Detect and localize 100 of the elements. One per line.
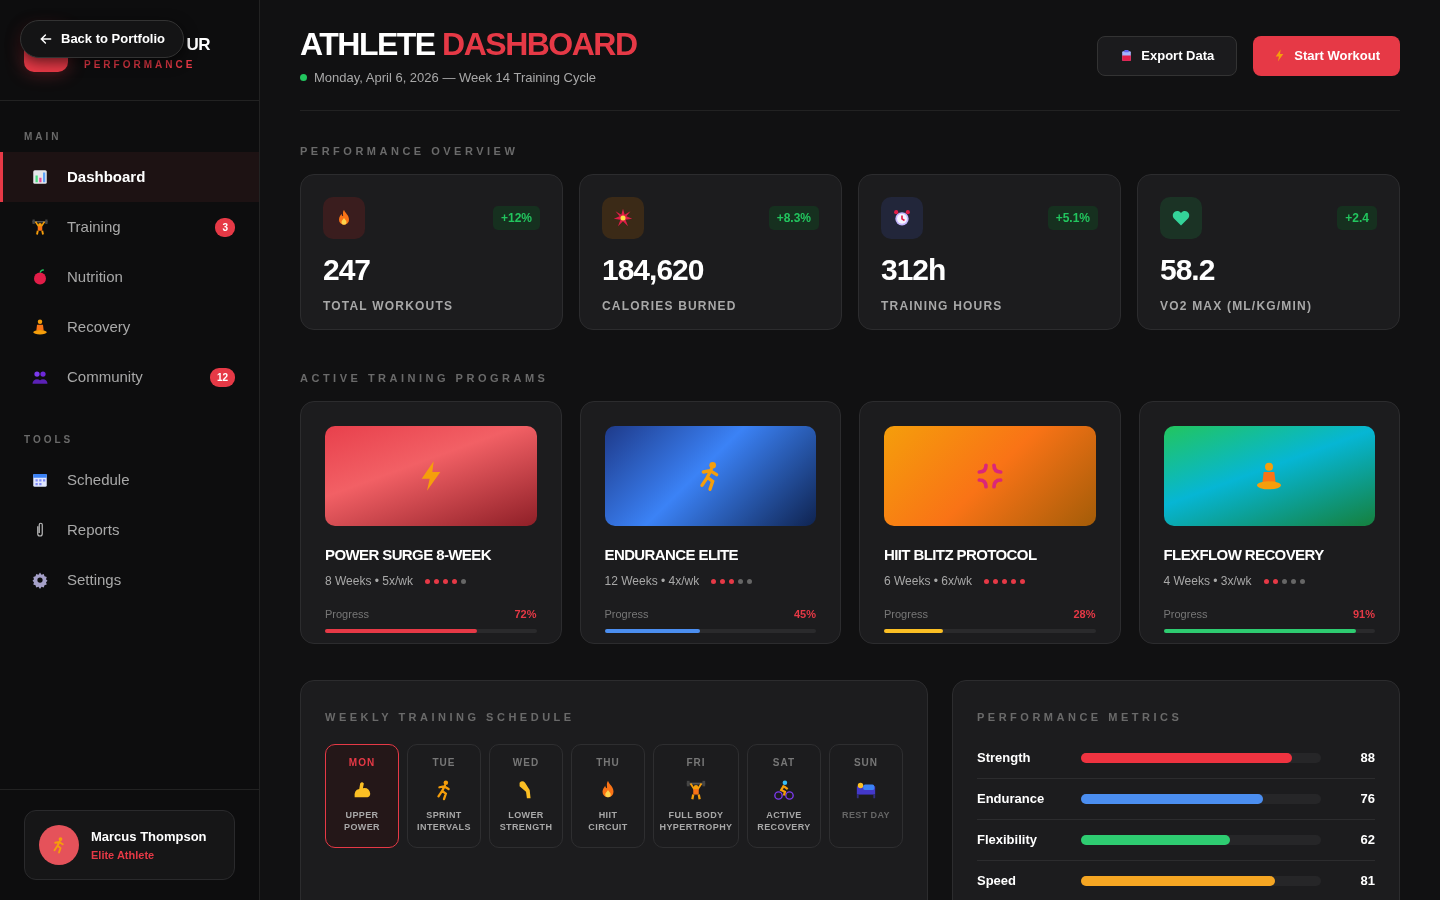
- rating-dot: [443, 578, 448, 584]
- stat-label: TOTAL WORKOUTS: [323, 297, 455, 315]
- rating-dot: [1011, 578, 1016, 584]
- count-badge: 3: [215, 217, 235, 237]
- program-title: POWER SURGE 8-WEEK: [325, 544, 492, 565]
- program-title: HIIT BLITZ PROTOCOL: [884, 544, 1038, 565]
- metric-name: Strength: [977, 749, 1032, 768]
- rating-dot: [993, 578, 998, 584]
- stat-value: 247: [323, 254, 372, 285]
- rating-dot: [452, 578, 457, 584]
- day-name: SAT: [772, 756, 796, 771]
- nav-label: Schedule: [67, 469, 130, 490]
- metric-name: Endurance: [977, 790, 1046, 809]
- day-name: THU: [596, 756, 620, 771]
- day-tile[interactable]: THU HIIT CIRCUIT: [571, 744, 645, 849]
- section-label: MAIN: [23, 130, 63, 144]
- program-title: ENDURANCE ELITE: [604, 544, 739, 565]
- progress-label: Progress: [1163, 607, 1208, 623]
- metric-name: Flexibility: [977, 831, 1038, 850]
- workout-name: ACTIVE RECOVERY: [756, 809, 812, 834]
- metric-value: 81: [1360, 872, 1375, 891]
- nav-label: Recovery: [67, 316, 131, 337]
- stat-label: VO2 MAX (ML/KG/MIN): [1160, 297, 1314, 315]
- meditating-figure-icon: [31, 318, 49, 336]
- program-meta: 6 Weeks • 6x/wk: [884, 573, 972, 591]
- export-button[interactable]: Export Data: [1097, 36, 1238, 76]
- rating-dot: [1299, 578, 1305, 584]
- arrow-left-icon: [39, 32, 53, 46]
- progress-percent: 72%: [514, 607, 537, 623]
- alarm-clock-icon: [892, 207, 912, 228]
- stat-value: 312h: [881, 254, 947, 285]
- settings-icon: [31, 571, 49, 589]
- workout-name: SPRINT INTERVALS: [416, 809, 472, 834]
- logo-title: UR: [186, 36, 210, 53]
- section-label: TOOLS: [23, 433, 75, 447]
- rating-dot: [1281, 578, 1287, 584]
- sidebar-item[interactable]: Nutrition: [0, 252, 259, 302]
- day-tile[interactable]: MON UPPER POWER: [325, 744, 399, 849]
- day-tile[interactable]: FRI FULL BODY HYPERTROPHY: [653, 744, 739, 849]
- sidebar-item[interactable]: Reports: [0, 505, 259, 555]
- program-meta: 4 Weeks • 3x/wk: [1163, 573, 1252, 591]
- sidebar-item[interactable]: Dashboard: [0, 152, 259, 202]
- user-role: Elite Athlete: [91, 847, 156, 863]
- start-workout-button[interactable]: Start Workout: [1253, 36, 1400, 76]
- rating-dot: [1002, 578, 1007, 584]
- apple-icon: [31, 268, 49, 286]
- weightlifter-icon: [31, 218, 49, 236]
- change-badge: +2.4: [1337, 205, 1377, 230]
- day-tile[interactable]: WED LOWER STRENGTH: [489, 744, 563, 849]
- sidebar-item[interactable]: Recovery: [0, 302, 259, 352]
- rating-dot: [984, 578, 989, 584]
- rating-dot: [1263, 578, 1269, 584]
- rating-dot: [1272, 578, 1278, 584]
- metric-value: 88: [1360, 749, 1375, 768]
- day-name: TUE: [432, 756, 456, 771]
- workout-name: HIIT CIRCUIT: [587, 809, 629, 834]
- workout-name: UPPER POWER: [343, 809, 381, 834]
- workout-name: LOWER STRENGTH: [498, 809, 554, 834]
- day-name: WED: [512, 756, 540, 771]
- rating-dot: [461, 578, 466, 584]
- back-button[interactable]: Back to Portfolio: [20, 20, 184, 58]
- day-tile[interactable]: TUE SPRINT INTERVALS: [407, 744, 481, 849]
- date-subtitle: Monday, April 6, 2026 — Week 14 Training Cycle: [314, 69, 597, 87]
- nav-label: Dashboard: [67, 166, 146, 187]
- progress-percent: 28%: [1073, 607, 1096, 623]
- people-icon: [31, 368, 49, 386]
- nav-label: Reports: [67, 519, 120, 540]
- section-label: ACTIVE TRAINING PROGRAMS: [300, 371, 550, 385]
- rating-dot: [1020, 578, 1025, 584]
- sidebar-item[interactable]: Settings: [0, 555, 259, 605]
- progress-label: Progress: [884, 607, 929, 623]
- progress-label: Progress: [604, 607, 649, 623]
- day-tile[interactable]: SUN REST DAY: [829, 744, 903, 849]
- program-meta: 12 Weeks • 4x/wk: [604, 573, 700, 591]
- rating-dot: [738, 578, 744, 584]
- nav-label: Community: [67, 366, 143, 387]
- program-title: FLEXFLOW RECOVERY: [1163, 544, 1325, 565]
- change-badge: +12%: [492, 205, 540, 230]
- rating-dot: [747, 578, 753, 584]
- progress-label: Progress: [325, 607, 370, 623]
- status-dot: [300, 74, 307, 82]
- sidebar-item[interactable]: Schedule: [0, 455, 259, 505]
- rating-dot: [1290, 578, 1296, 584]
- sidebar-item[interactable]: Community 12: [0, 352, 259, 402]
- stat-value: 184,620: [602, 254, 705, 285]
- stat-value: 58.2: [1160, 254, 1216, 285]
- sidebar-item[interactable]: Training 3: [0, 202, 259, 252]
- day-name: MON: [348, 756, 376, 771]
- section-label: WEEKLY TRAINING SCHEDULE: [325, 710, 576, 725]
- progress-percent: 45%: [793, 607, 816, 623]
- cyclist-icon: [773, 779, 795, 802]
- rating-dot: [711, 578, 717, 584]
- change-badge: +5.1%: [1047, 205, 1098, 230]
- day-tile[interactable]: SAT ACTIVE RECOVERY: [747, 744, 821, 849]
- section-label: PERFORMANCE OVERVIEW: [300, 144, 520, 158]
- day-name: SUN: [853, 756, 879, 771]
- change-badge: +8.3%: [768, 205, 819, 230]
- bar-chart-icon: [31, 168, 49, 186]
- stat-label: TRAINING HOURS: [881, 297, 1004, 315]
- program-meta: 8 Weeks • 5x/wk: [325, 573, 413, 591]
